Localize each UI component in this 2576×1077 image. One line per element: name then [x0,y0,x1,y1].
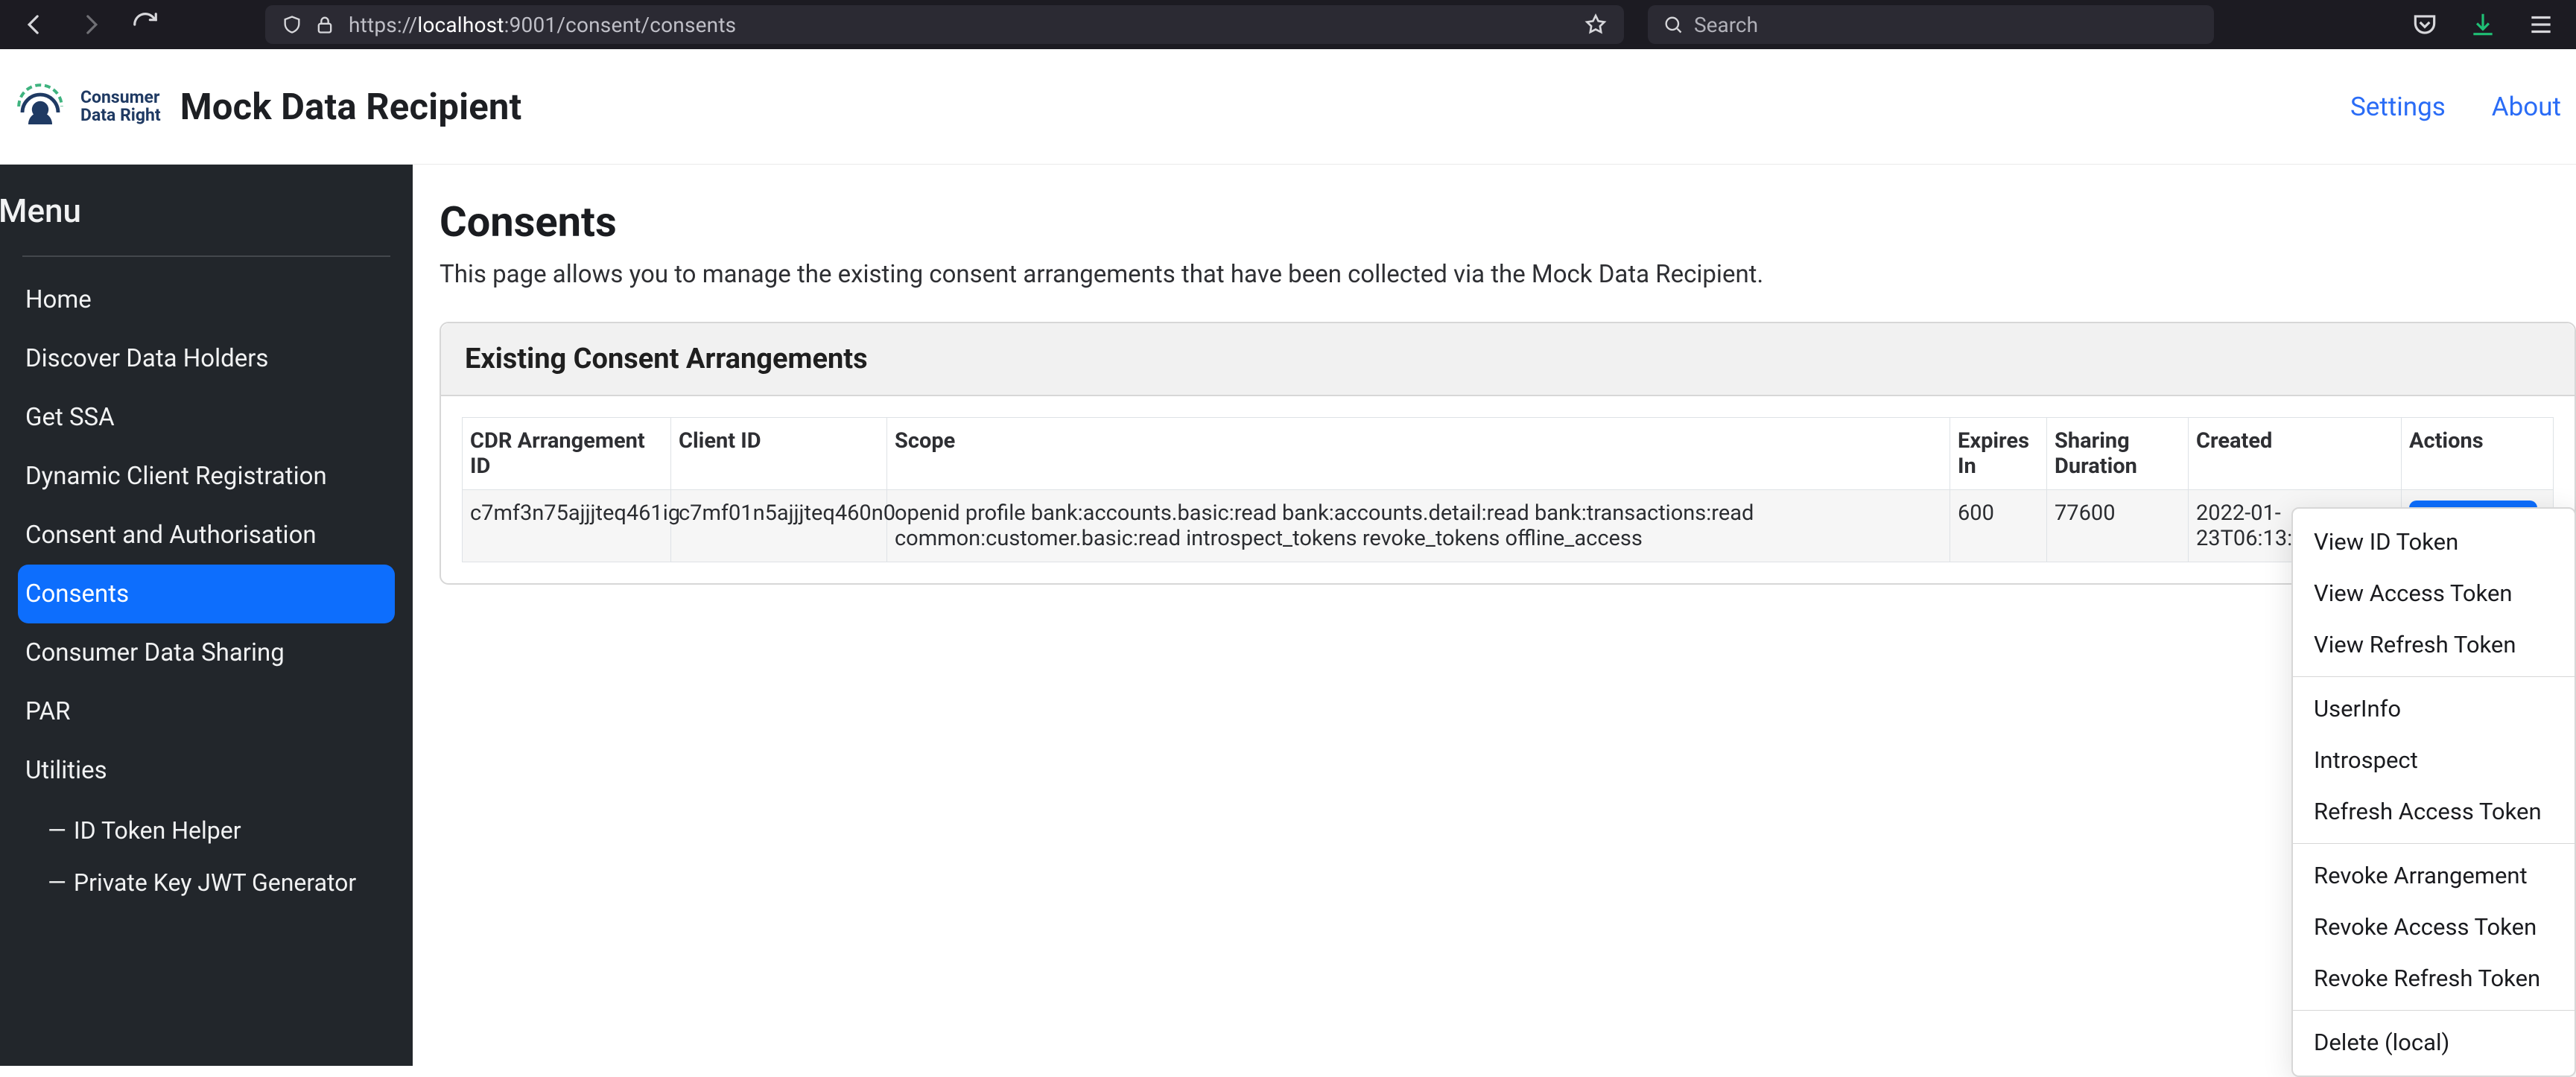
sidebar-item-cds[interactable]: Consumer Data Sharing [18,623,395,682]
url-path: :9001/consent/consents [504,13,737,37]
reload-icon[interactable] [131,10,159,39]
dropdown-item-userinfo[interactable]: UserInfo [2293,683,2575,734]
consents-card: Existing Consent Arrangements CDR Arrang… [440,322,2576,585]
dropdown-divider [2293,843,2575,844]
cell-duration: 77600 [2047,490,2189,562]
th-expires: Expires In [1950,418,2047,490]
shield-icon [282,14,302,35]
dropdown-item-view-refresh-token[interactable]: View Refresh Token [2293,619,2575,670]
sidebar-item-dcr[interactable]: Dynamic Client Registration [18,447,395,506]
card-header: Existing Consent Arrangements [441,323,2575,396]
app-logo[interactable]: Consumer Data Right [10,77,161,136]
app-body: Menu Home Discover Data Holders Get SSA … [0,165,2576,1066]
sidebar-title: Menu [0,191,413,255]
table-header-row: CDR Arrangement ID Client ID Scope Expir… [463,418,2554,490]
sidebar: Menu Home Discover Data Holders Get SSA … [0,165,413,1066]
th-duration: Sharing Duration [2047,418,2189,490]
sidebar-item-home[interactable]: Home [18,270,395,329]
logo-text-block: Consumer Data Right [80,89,161,124]
settings-link[interactable]: Settings [2350,92,2446,122]
sidebar-item-utilities[interactable]: Utilities [18,741,395,800]
main-content: Consents This page allows you to manage … [413,165,2576,1066]
url-host: localhost [417,13,504,37]
dropdown-item-revoke-arrangement[interactable]: Revoke Arrangement [2293,850,2575,901]
sidebar-sub-idtoken[interactable]: ID Token Helper [40,804,395,857]
sidebar-item-consents[interactable]: Consents [18,565,395,623]
address-bar[interactable]: https://localhost:9001/consent/consents [265,5,1624,44]
app-title: Mock Data Recipient [180,86,522,128]
page-description: This page allows you to manage the exist… [440,260,2576,289]
forward-icon[interactable] [76,10,104,39]
sidebar-item-discover[interactable]: Discover Data Holders [18,329,395,388]
page-title: Consents [440,197,2576,247]
sidebar-divider [22,255,390,257]
sidebar-item-consentauth[interactable]: Consent and Authorisation [18,506,395,565]
table-row: c7mf3n75ajjjteq461ig c7mf01n5ajjjteq460n… [463,490,2554,562]
th-actions: Actions [2402,418,2554,490]
hamburger-icon[interactable] [2527,10,2555,39]
browser-nav-cluster [21,10,159,39]
th-arrangement: CDR Arrangement ID [463,418,671,490]
browser-chrome-bar: https://localhost:9001/consent/consents … [0,0,2576,49]
search-placeholder: Search [1694,13,1758,37]
sidebar-nav: Home Discover Data Holders Get SSA Dynam… [0,270,413,909]
dropdown-divider [2293,1010,2575,1011]
logo-text-line2: Data Right [80,107,161,124]
browser-search-box[interactable]: Search [1648,5,2214,44]
sidebar-item-getssa[interactable]: Get SSA [18,388,395,447]
pocket-icon[interactable] [2411,10,2439,39]
search-icon [1663,14,1684,35]
cell-expires: 600 [1950,490,2047,562]
dropdown-item-introspect[interactable]: Introspect [2293,734,2575,786]
bookmark-star-wrap [1584,13,1608,36]
dropdown-item-view-id-token[interactable]: View ID Token [2293,516,2575,568]
cdr-logo-icon [10,77,70,136]
app-header: Consumer Data Right Mock Data Recipient … [0,49,2576,165]
addr-security-icons [282,14,335,35]
cell-arrangement: c7mf3n75ajjjteq461ig [463,490,671,562]
actions-dropdown: View ID Token View Access Token View Ref… [2291,507,2576,1077]
address-text: https://localhost:9001/consent/consents [349,13,1570,37]
th-client: Client ID [671,418,887,490]
consents-table: CDR Arrangement ID Client ID Scope Expir… [462,417,2554,562]
dropdown-item-delete-local[interactable]: Delete (local) [2293,1017,2575,1068]
dropdown-item-revoke-refresh-token[interactable]: Revoke Refresh Token [2293,953,2575,1004]
logo-text-line1: Consumer [80,89,161,107]
url-protocol: https:// [349,13,417,37]
th-scope: Scope [887,418,1950,490]
browser-right-icons [2381,10,2555,39]
downloads-icon[interactable] [2469,10,2497,39]
dropdown-divider [2293,676,2575,677]
sidebar-utilities-sublist: ID Token Helper Private Key JWT Generato… [18,800,395,909]
about-link[interactable]: About [2492,92,2561,122]
lock-icon [314,14,335,35]
cell-client: c7mf01n5ajjjteq460n0 [671,490,887,562]
cell-scope: openid profile bank:accounts.basic:read … [887,490,1950,562]
sidebar-sub-pkjwt[interactable]: Private Key JWT Generator [40,857,395,909]
sidebar-item-par[interactable]: PAR [18,682,395,741]
card-body: CDR Arrangement ID Client ID Scope Expir… [441,396,2575,583]
dropdown-item-view-access-token[interactable]: View Access Token [2293,568,2575,619]
dropdown-item-refresh-access-token[interactable]: Refresh Access Token [2293,786,2575,837]
dropdown-item-revoke-access-token[interactable]: Revoke Access Token [2293,901,2575,953]
star-icon[interactable] [1584,13,1608,36]
th-created: Created [2189,418,2402,490]
header-links: Settings About [2350,92,2576,122]
back-icon[interactable] [21,10,49,39]
